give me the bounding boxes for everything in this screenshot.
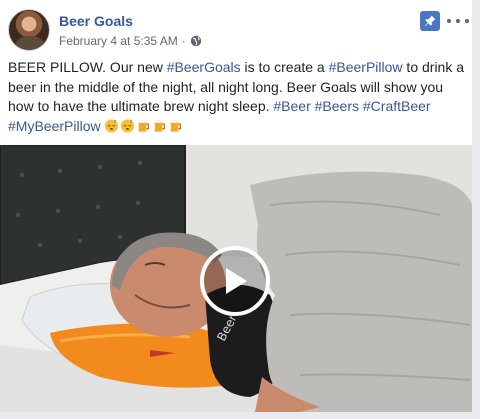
pin-icon[interactable] — [420, 11, 440, 31]
comforter — [250, 171, 472, 412]
beer-mug-emoji — [138, 119, 150, 132]
beer-mug-emoji — [170, 119, 182, 132]
sleeping-face-emoji: z — [105, 118, 119, 133]
more-dot — [456, 19, 460, 23]
page-name-link[interactable]: Beer Goals — [59, 13, 133, 29]
timestamp-link[interactable]: February 4 at 5:35 AM — [59, 34, 178, 48]
sleeping-face-emoji: z — [121, 118, 135, 133]
hashtag-link[interactable]: #BeerPillow — [329, 59, 403, 75]
hashtag-link[interactable]: #BeerGoals — [167, 59, 241, 75]
feed-gutter-bottom — [0, 412, 480, 419]
play-triangle — [226, 268, 247, 294]
facebook-post: Beer Goals February 4 at 5:35 AM · BEER … — [0, 0, 480, 419]
text-segment: BEER PILLOW. Our new — [8, 59, 167, 75]
post-text: BEER PILLOW. Our new #BeerGoals is to cr… — [8, 58, 472, 136]
hashtag-link[interactable]: #Beer — [273, 98, 310, 114]
globe-icon[interactable] — [190, 35, 202, 47]
pin-glyph — [424, 15, 436, 27]
post-header: Beer Goals February 4 at 5:35 AM · — [8, 9, 472, 53]
hashtag-link[interactable]: #CraftBeer — [363, 98, 431, 114]
text-segment: is to create a — [240, 59, 329, 75]
feed-gutter-right — [472, 0, 480, 419]
page-avatar[interactable] — [8, 9, 50, 51]
beer-mug-emoji — [154, 119, 166, 132]
avatar-shirt — [15, 36, 45, 50]
post-meta: February 4 at 5:35 AM · — [59, 34, 202, 48]
more-dot — [447, 19, 451, 23]
more-dot — [465, 19, 469, 23]
play-icon[interactable] — [200, 246, 270, 316]
hashtag-link[interactable]: #MyBeerPillow — [8, 118, 101, 134]
meta-separator: · — [181, 34, 186, 48]
hashtag-link[interactable]: #Beers — [315, 98, 359, 114]
more-options-icon[interactable] — [447, 14, 469, 28]
